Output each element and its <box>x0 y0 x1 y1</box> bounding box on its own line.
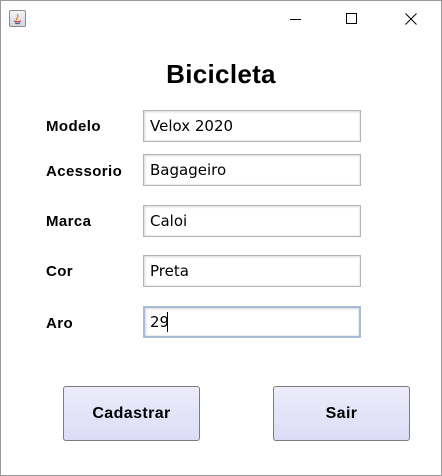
sair-button[interactable]: Sair <box>273 386 410 441</box>
form-title: Bicicleta <box>166 59 276 89</box>
text-caret <box>167 312 168 332</box>
maximize-button[interactable] <box>329 1 375 37</box>
app-window: Bicicleta Modelo Acessorio Marca Cor Aro… <box>0 0 442 476</box>
aro-label: Aro <box>46 315 74 332</box>
aro-field[interactable] <box>143 306 361 338</box>
marca-field[interactable] <box>143 205 361 237</box>
cor-field[interactable] <box>143 255 361 287</box>
close-button[interactable] <box>388 1 434 37</box>
modelo-label: Modelo <box>46 118 101 135</box>
cor-label: Cor <box>46 263 74 280</box>
minimize-button[interactable] <box>273 1 319 37</box>
cadastrar-button[interactable]: Cadastrar <box>63 386 200 441</box>
minimize-icon <box>290 19 301 20</box>
marca-label: Marca <box>46 213 92 230</box>
maximize-icon <box>346 13 357 24</box>
close-icon <box>405 13 417 25</box>
modelo-field[interactable] <box>143 110 361 142</box>
acessorio-field[interactable] <box>143 154 361 186</box>
acessorio-label: Acessorio <box>46 163 123 180</box>
title-bar[interactable] <box>1 1 441 37</box>
java-app-icon[interactable] <box>9 10 26 27</box>
